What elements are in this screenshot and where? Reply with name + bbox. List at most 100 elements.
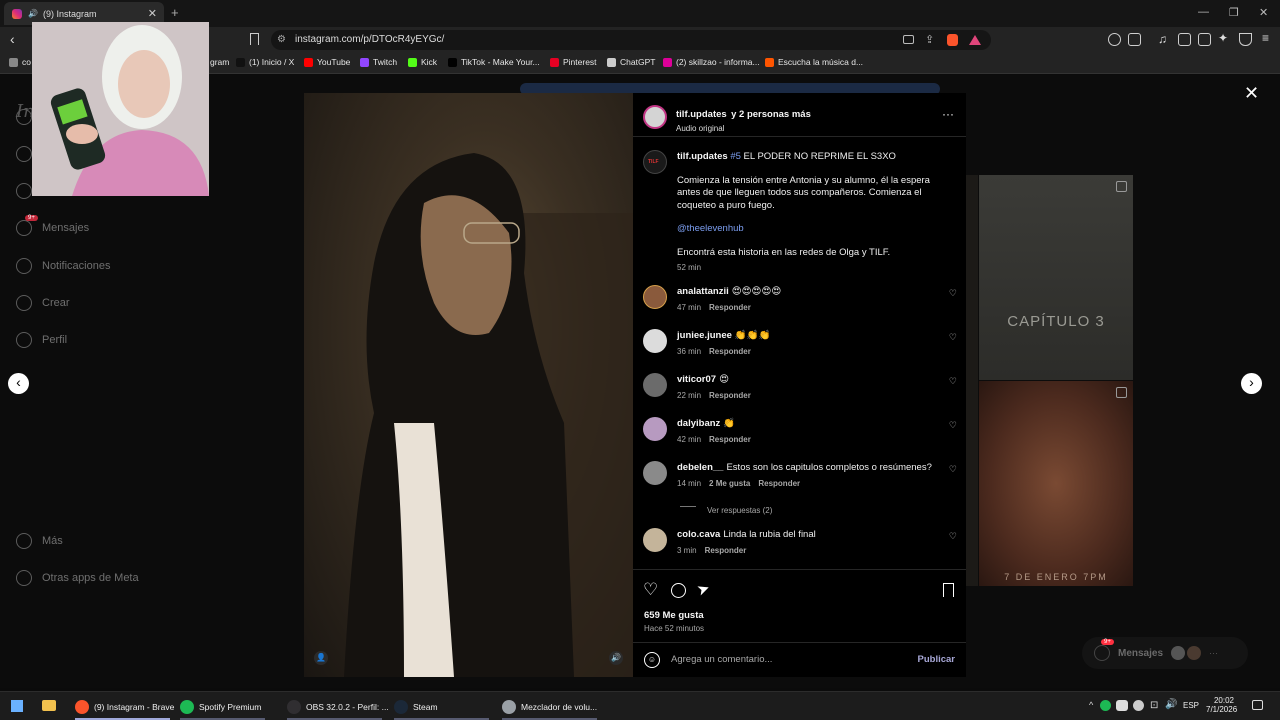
audio-label[interactable]: Audio original (676, 124, 811, 133)
sidebar-item[interactable]: Otras apps de Meta (16, 570, 139, 586)
post-video[interactable]: 👤 🔊 (304, 93, 633, 677)
comment-like-icon[interactable]: ♡ (949, 376, 957, 387)
reader-icon[interactable] (1128, 33, 1141, 46)
vpn-icon[interactable] (1239, 33, 1252, 46)
commenter-avatar[interactable] (643, 528, 667, 552)
comment-likes[interactable]: 2 Me gusta (709, 479, 750, 488)
sidebar-item[interactable]: 9+ Mensajes (16, 215, 89, 236)
extensions-icon[interactable] (1108, 33, 1121, 46)
brave-rewards-icon[interactable] (969, 35, 981, 45)
site-info-icon[interactable]: ⚙ (277, 30, 286, 50)
commenter-avatar[interactable] (643, 373, 667, 397)
comment-username[interactable]: juniee.junee (677, 330, 732, 341)
comment-like-icon[interactable]: ♡ (949, 420, 957, 431)
steam-tray-icon[interactable] (1133, 700, 1144, 711)
messages-dock[interactable]: 9+ Mensajes ··· (1082, 637, 1248, 669)
tagged-users-icon[interactable]: 👤 (314, 651, 328, 665)
maximize-icon[interactable]: ❐ (1229, 6, 1239, 19)
sidebar-item[interactable]: Perfil (16, 332, 67, 348)
previous-post-button[interactable]: ‹ (8, 373, 29, 394)
taskbar-app[interactable]: Spotify Premium (180, 698, 261, 716)
tray-overflow-icon[interactable]: ^ (1089, 700, 1093, 710)
network-icon[interactable]: ⊡ (1150, 700, 1158, 711)
bookmark-item[interactable]: (2) skillzao - informa... (663, 57, 760, 67)
bookmark-item[interactable]: ChatGPT (607, 57, 655, 67)
comment-username[interactable]: viticor07 (677, 374, 716, 385)
sidebar-item[interactable]: Notificaciones (16, 258, 110, 274)
comment-username[interactable]: debelen__ (677, 462, 723, 473)
mute-icon[interactable]: 🔊 (609, 651, 623, 665)
comment-username[interactable]: dalyibanz (677, 418, 720, 429)
close-tab-icon[interactable]: ✕ (148, 7, 157, 20)
windows-start-icon[interactable] (11, 700, 23, 712)
taskbar-app[interactable]: OBS 32.0.2 - Perfil: ... (287, 698, 389, 716)
bookmark-item[interactable]: co (9, 57, 31, 67)
save-icon[interactable] (943, 583, 954, 597)
comment-like-icon[interactable]: ♡ (949, 332, 957, 343)
new-tab-button[interactable]: + (171, 5, 179, 20)
share-icon[interactable]: ➤ (694, 578, 713, 599)
sidebar-toggle-icon[interactable] (1178, 33, 1191, 46)
spotify-tray-icon[interactable] (1100, 700, 1111, 711)
minimize-icon[interactable]: — (1198, 6, 1209, 18)
sidebar-item[interactable]: Crear (16, 295, 70, 311)
caption-hashtag[interactable]: #5 (730, 151, 741, 162)
reply-button[interactable]: Responder (705, 546, 747, 555)
bookmark-item[interactable]: Escucha la música d... (765, 57, 863, 67)
reply-button[interactable]: Responder (758, 479, 800, 488)
back-icon[interactable]: ‹ (10, 31, 15, 47)
emoji-icon[interactable]: ☺ (644, 652, 660, 668)
reply-button[interactable]: Responder (709, 435, 751, 444)
author-username[interactable]: tilf.updates (676, 109, 727, 120)
author-avatar[interactable] (643, 105, 667, 129)
comment-username[interactable]: colo.cava (677, 529, 720, 540)
reply-button[interactable]: Responder (709, 391, 751, 400)
comment-input[interactable]: Agrega un comentario... (671, 654, 772, 665)
share-icon[interactable]: ⇪ (925, 30, 934, 50)
bookmark-item[interactable]: Kick (408, 57, 437, 67)
close-window-icon[interactable]: ✕ (1259, 6, 1268, 19)
volume-icon[interactable]: 🔊 (1165, 699, 1177, 710)
comment-like-icon[interactable]: ♡ (949, 531, 957, 542)
coauthors-label[interactable]: y 2 personas más (731, 109, 811, 120)
url-field[interactable]: ⚙ instagram.com/p/DTOcR4yEYGc/ ⇪ (271, 30, 991, 50)
post-tile-chapter[interactable]: CAPÍTULO 3 (979, 175, 1133, 380)
bookmark-item[interactable]: (1) Inicio / X (236, 57, 294, 67)
commenter-avatar[interactable] (643, 461, 667, 485)
bookmark-item[interactable]: TikTok - Make Your... (448, 57, 540, 67)
comment-like-icon[interactable]: ♡ (949, 464, 957, 475)
reply-button[interactable]: Responder (709, 303, 751, 312)
comment-username[interactable]: analattanzii (677, 286, 729, 297)
caption-mention[interactable]: @theelevenhub (677, 223, 952, 236)
reply-button[interactable]: Responder (709, 347, 751, 356)
file-explorer-icon[interactable] (42, 700, 56, 711)
commenter-avatar[interactable] (643, 417, 667, 441)
comment-like-icon[interactable]: ♡ (949, 288, 957, 299)
notifications-icon[interactable] (1252, 700, 1263, 710)
next-post-button[interactable]: › (1241, 373, 1262, 394)
options-icon[interactable]: ··· (942, 107, 954, 121)
view-replies-link[interactable]: Ver respuestas (2) (707, 506, 772, 515)
sidebar-item[interactable]: Más (16, 533, 63, 549)
brave-shields-icon[interactable] (947, 34, 958, 46)
commenter-avatar[interactable] (643, 329, 667, 353)
cast-icon[interactable] (903, 35, 914, 44)
like-icon[interactable]: ♡ (643, 580, 658, 600)
likes-count[interactable]: 659 Me gusta (644, 610, 704, 621)
bookmark-item[interactable]: Pinterest (550, 57, 597, 67)
taskbar-app[interactable]: Mezclador de volu... (502, 698, 597, 716)
clock[interactable]: 20:02 7/1/2026 (1206, 696, 1237, 714)
media-icon[interactable]: ♫ (1158, 32, 1167, 46)
caption-avatar[interactable]: TILF (643, 150, 667, 174)
speaker-icon[interactable]: 🔊 (28, 9, 38, 18)
language-indicator[interactable]: ESP (1183, 701, 1199, 710)
publish-button[interactable]: Publicar (918, 654, 956, 665)
taskbar-app[interactable]: (9) Instagram - Brave (75, 698, 174, 716)
comment-icon[interactable] (671, 583, 686, 598)
close-icon[interactable]: ✕ (1244, 83, 1259, 104)
bookmark-item[interactable]: YouTube (304, 57, 350, 67)
wallet-icon[interactable] (1198, 33, 1211, 46)
leo-ai-icon[interactable]: ✦ (1218, 31, 1228, 45)
bookmark-page-icon[interactable] (250, 33, 259, 45)
commenter-avatar[interactable] (643, 285, 667, 309)
